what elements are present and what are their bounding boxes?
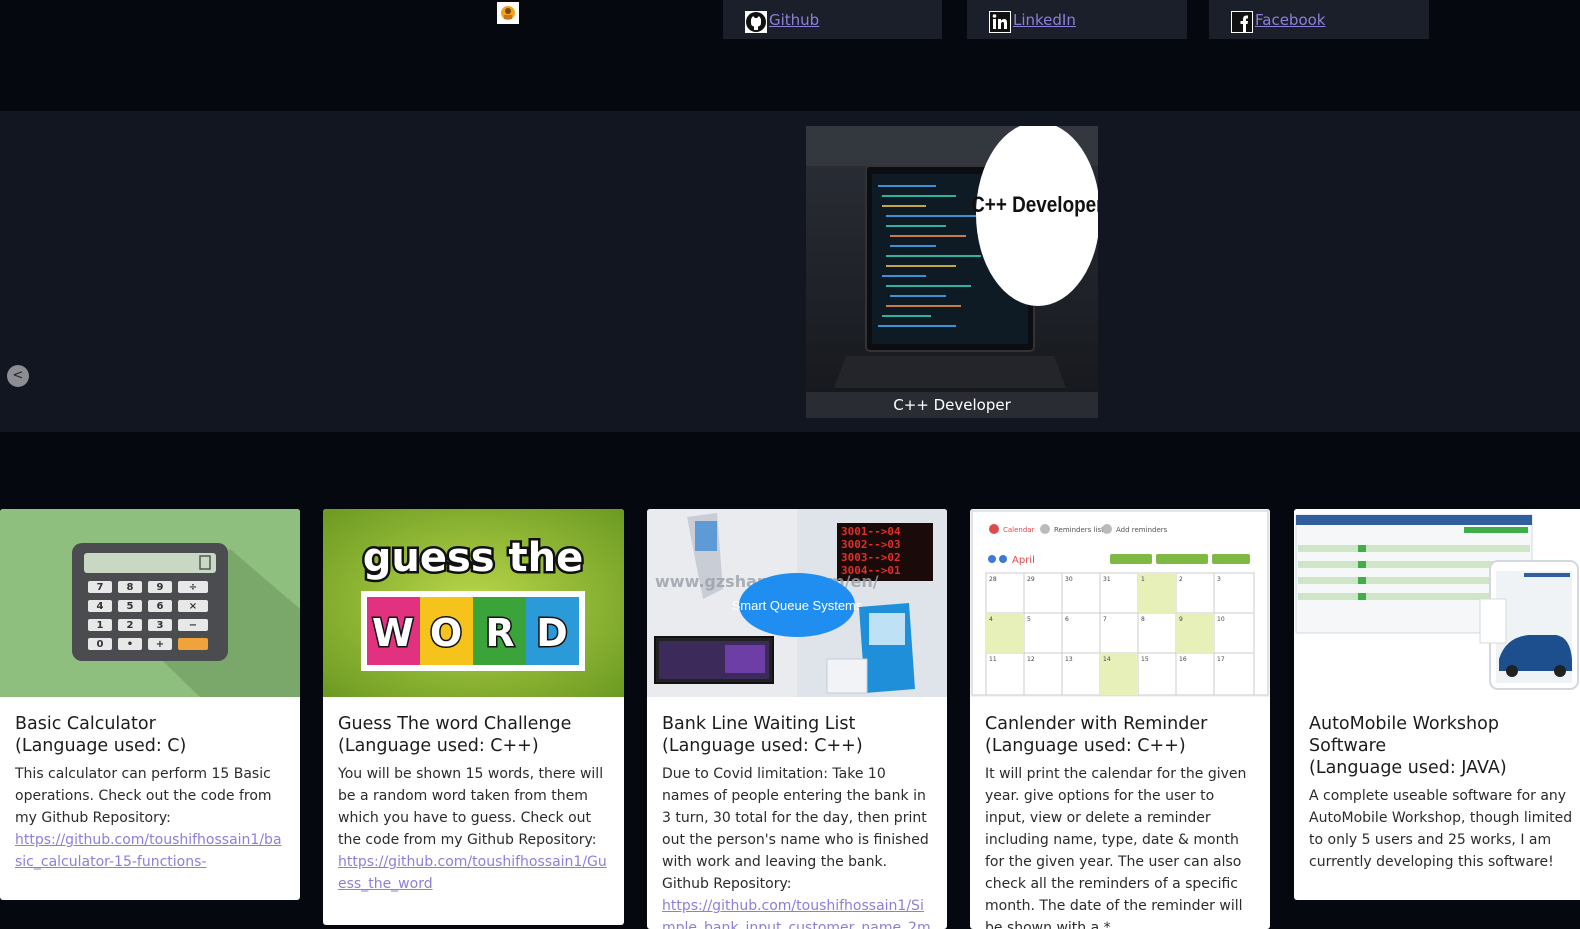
svg-text:D: D: [536, 611, 568, 655]
svg-text:0: 0: [97, 639, 104, 650]
svg-text:9: 9: [157, 582, 164, 593]
queue-system-thumbnail: 3001-->04 3002-->03 3003-->02 3004-->01 …: [647, 509, 947, 697]
svg-text:14: 14: [1103, 656, 1111, 663]
svg-text:R: R: [485, 611, 514, 655]
svg-text:6: 6: [157, 601, 164, 612]
project-card-calendar: Calendar Reminders list Add reminders Ap…: [970, 509, 1270, 929]
svg-text:+: +: [156, 639, 164, 650]
project-card-workshop: AutoMobile Workshop Software (Language us…: [1294, 509, 1580, 900]
svg-text:3001-->04: 3001-->04: [841, 525, 901, 538]
svg-text:16: 16: [1179, 656, 1187, 663]
svg-text:W: W: [372, 611, 414, 655]
svg-text:30: 30: [1065, 576, 1073, 583]
svg-text:1: 1: [97, 620, 104, 631]
svg-text:15: 15: [1141, 656, 1149, 663]
svg-text:5: 5: [127, 601, 134, 612]
svg-text:4: 4: [97, 601, 104, 612]
calendar-month-label: April: [1012, 555, 1035, 566]
svg-text:12: 12: [1027, 656, 1035, 663]
svg-text:7: 7: [97, 582, 104, 593]
calculator-thumbnail: 7 8 9 ÷ 4 5 6 × 1 2 3 − 0 • +: [0, 509, 300, 697]
logo-icon[interactable]: [497, 2, 519, 24]
github-icon: [745, 10, 767, 33]
svg-text:13: 13: [1065, 656, 1073, 663]
svg-text:×: ×: [189, 601, 197, 612]
svg-text:7: 7: [1103, 616, 1107, 623]
svg-text:17: 17: [1217, 656, 1225, 663]
project-card-calculator: 7 8 9 ÷ 4 5 6 × 1 2 3 − 0 • + Basic Calculator (Lang…: [0, 509, 300, 900]
github-link[interactable]: Github: [769, 11, 819, 29]
card-description: A complete useable software for any Auto…: [1309, 788, 1573, 870]
facebook-link[interactable]: Facebook: [1255, 11, 1325, 29]
facebook-link-box[interactable]: Facebook: [1209, 0, 1429, 39]
svg-text:28: 28: [989, 576, 997, 583]
svg-text:4: 4: [989, 616, 993, 623]
hero-carousel: < C++ Developer C++ Developer: [0, 111, 1580, 432]
guess-heading-text: guess the: [363, 535, 584, 581]
svg-text:Calendar: Calendar: [1003, 526, 1035, 534]
repo-link[interactable]: https://github.com/toushifhossain1/Guess…: [338, 854, 607, 892]
card-title: Canlender with Reminder (Language used: C…: [985, 714, 1208, 756]
repo-link[interactable]: https://github.com/toushifhossain1/Simpl…: [662, 898, 931, 929]
svg-text:3: 3: [1217, 576, 1221, 583]
svg-text:−: −: [189, 620, 197, 631]
svg-text:5: 5: [1027, 616, 1031, 623]
guess-word-thumbnail: guess the W O R D: [323, 509, 624, 697]
linkedin-icon: [989, 10, 1011, 33]
top-navbar: Github LinkedIn Facebook: [0, 0, 1580, 111]
project-card-guess-word: guess the W O R D Guess The word Challen…: [323, 509, 624, 925]
slide-bubble-text: C++ Developer: [971, 193, 1098, 218]
laptop-image: C++ Developer: [806, 126, 1098, 418]
svg-text:31: 31: [1103, 576, 1111, 583]
carousel-prev-button[interactable]: <: [7, 365, 29, 387]
svg-text:10: 10: [1217, 616, 1225, 623]
svg-text:8: 8: [127, 582, 134, 593]
svg-text:3: 3: [157, 620, 164, 631]
svg-text:2: 2: [127, 620, 134, 631]
card-title: AutoMobile Workshop Software (Language us…: [1309, 714, 1507, 778]
svg-text:11: 11: [989, 656, 997, 663]
card-description: Due to Covid limitation: Take 10 names o…: [662, 763, 932, 929]
card-description: You will be shown 15 words, there will b…: [338, 766, 607, 892]
svg-text:Add reminders: Add reminders: [1116, 526, 1168, 534]
carousel-caption: C++ Developer: [806, 392, 1098, 418]
svg-text:6: 6: [1065, 616, 1069, 623]
card-title: Bank Line Waiting List (Language used: C+…: [662, 714, 863, 756]
svg-text:O: O: [430, 611, 462, 655]
calendar-thumbnail: Calendar Reminders list Add reminders Ap…: [970, 509, 1270, 697]
svg-text:2: 2: [1179, 576, 1183, 583]
linkedin-link[interactable]: LinkedIn: [1013, 11, 1076, 29]
linkedin-link-box[interactable]: LinkedIn: [967, 0, 1187, 39]
repo-link[interactable]: https://github.com/toushifhossain1/basic…: [15, 832, 282, 870]
svg-text:3003-->02: 3003-->02: [841, 551, 901, 564]
svg-text:3002-->03: 3002-->03: [841, 538, 901, 551]
card-description: It will print the calendar for the given…: [985, 766, 1247, 929]
svg-text:1: 1: [1141, 576, 1145, 583]
carousel-slide[interactable]: C++ Developer C++ Developer: [806, 126, 1098, 418]
workshop-thumbnail: [1294, 509, 1580, 697]
svg-text:•: •: [127, 639, 133, 650]
queue-system-label: Smart Queue Systems: [732, 598, 863, 613]
svg-text:9: 9: [1179, 616, 1183, 623]
card-description: This calculator can perform 15 Basic ope…: [15, 766, 282, 870]
svg-text:Reminders list: Reminders list: [1054, 526, 1104, 534]
svg-text:8: 8: [1141, 616, 1145, 623]
project-card-bank-line: 3001-->04 3002-->03 3003-->02 3004-->01 …: [647, 509, 947, 929]
facebook-icon: [1231, 10, 1253, 33]
svg-text:÷: ÷: [189, 582, 197, 593]
github-link-box[interactable]: Github: [723, 0, 942, 39]
card-title: Basic Calculator (Language used: C): [15, 714, 187, 756]
card-title: Guess The word Challenge (Language used: …: [338, 714, 572, 756]
svg-text:29: 29: [1027, 576, 1035, 583]
